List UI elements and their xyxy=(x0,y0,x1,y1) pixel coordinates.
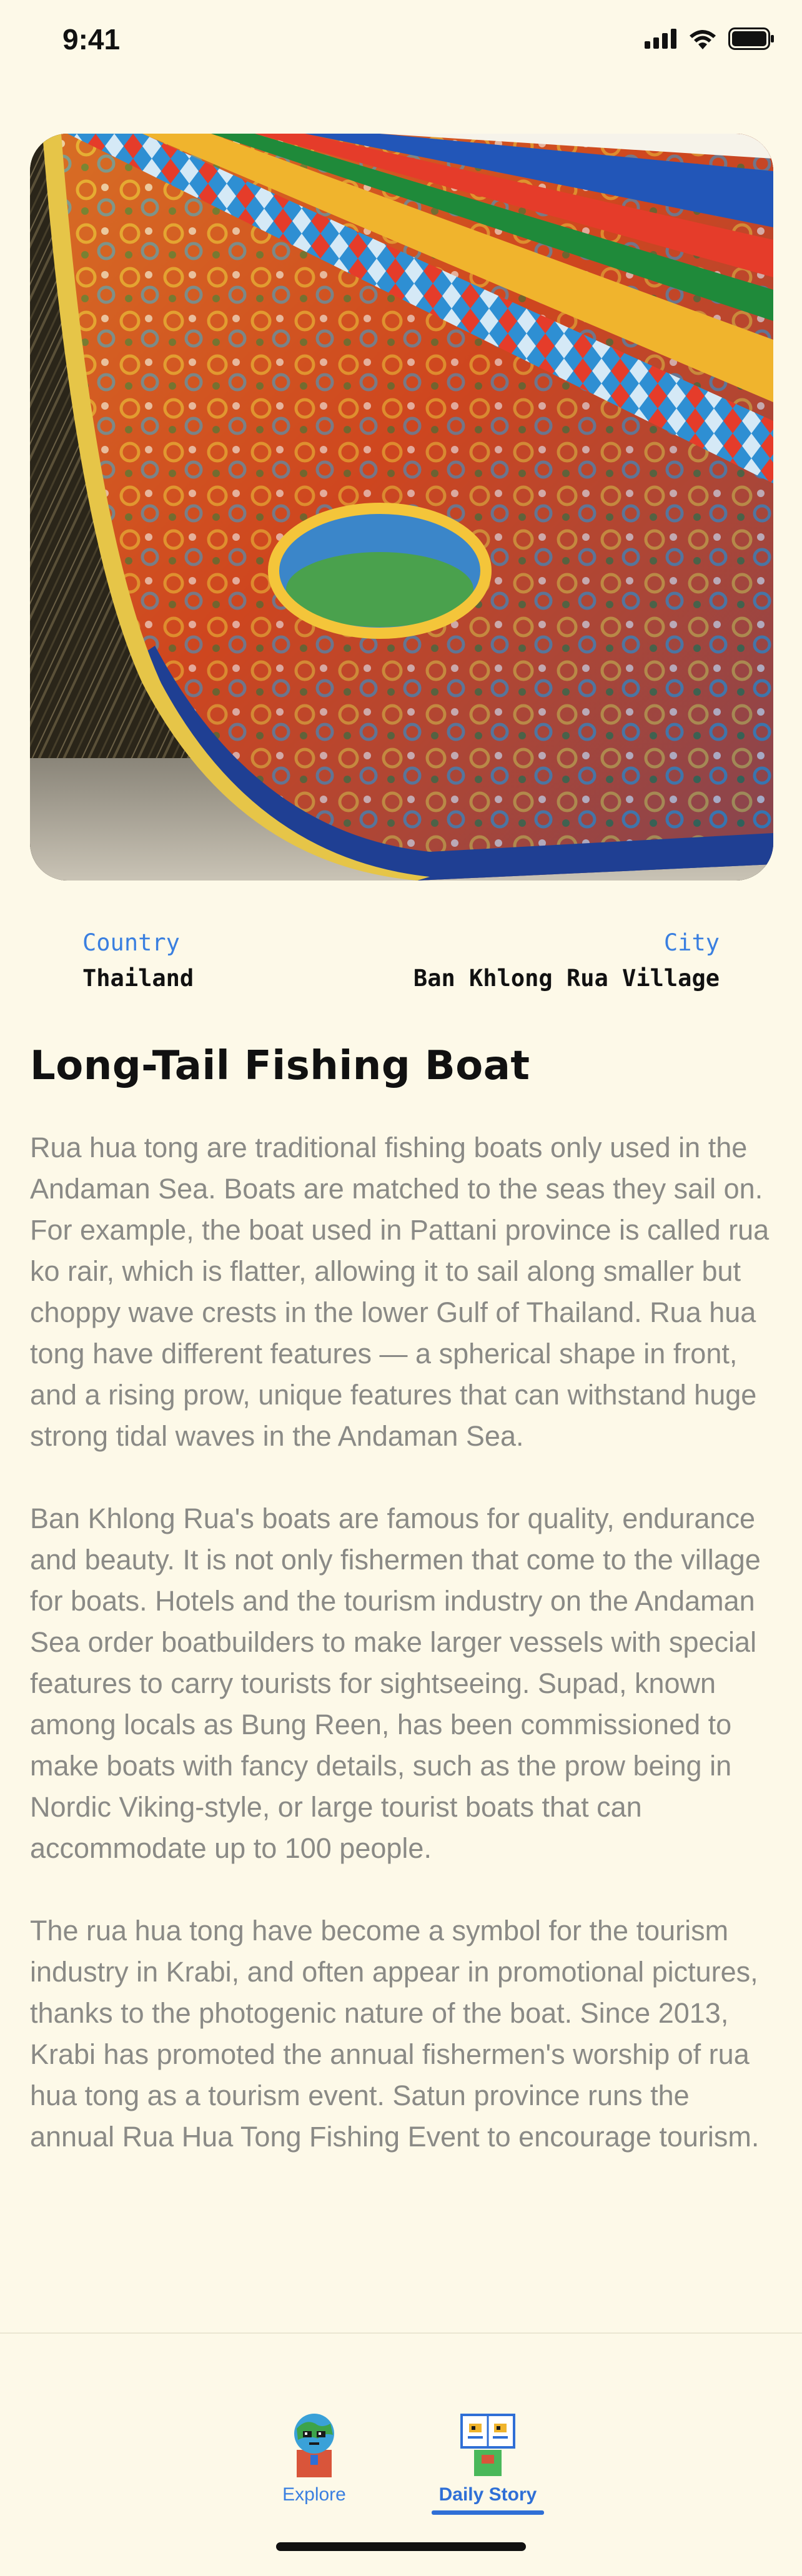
tab-explore[interactable]: Explore xyxy=(255,2410,374,2505)
tab-explore-label: Explore xyxy=(282,2484,346,2505)
article-paragraph: Rua hua tong are traditional fishing boa… xyxy=(30,1132,770,1452)
city-label: City xyxy=(663,929,720,956)
home-indicator[interactable] xyxy=(276,2542,526,2551)
status-time: 9:41 xyxy=(62,23,121,56)
status-bar: 9:41 xyxy=(0,0,802,84)
book-character-icon xyxy=(460,2414,515,2476)
cellular-signal-icon xyxy=(645,29,676,49)
wifi-icon xyxy=(690,30,716,49)
painted-boat-hull-image xyxy=(30,134,773,881)
city-info: City Ban Khlong Rua Village xyxy=(413,927,720,998)
tab-selected-indicator xyxy=(432,2510,544,2515)
article-paragraph: The rua hua tong have become a symbol fo… xyxy=(30,1915,760,2153)
country-value: Thailand xyxy=(82,965,194,992)
article-title: Long-Tail Fishing Boat xyxy=(30,1043,530,1089)
country-info: Country Thailand xyxy=(82,927,194,998)
hero-image xyxy=(30,134,773,881)
tab-daily-story[interactable]: Daily Story xyxy=(428,2410,547,2515)
tab-daily-story-label: Daily Story xyxy=(438,2484,537,2505)
article-body: Rua hua tong are traditional fishing boa… xyxy=(30,1127,777,2199)
country-label: Country xyxy=(82,929,180,956)
globe-character-icon xyxy=(294,2414,334,2477)
location-meta: Country Thailand City Ban Khlong Rua Vil… xyxy=(82,927,720,995)
tab-bar: Explore Daily Story xyxy=(0,2334,802,2576)
city-value: Ban Khlong Rua Village xyxy=(413,965,720,992)
status-icons xyxy=(645,27,775,50)
battery-icon xyxy=(728,27,774,50)
article-paragraph: Ban Khlong Rua's boats are famous for qu… xyxy=(30,1503,761,1864)
